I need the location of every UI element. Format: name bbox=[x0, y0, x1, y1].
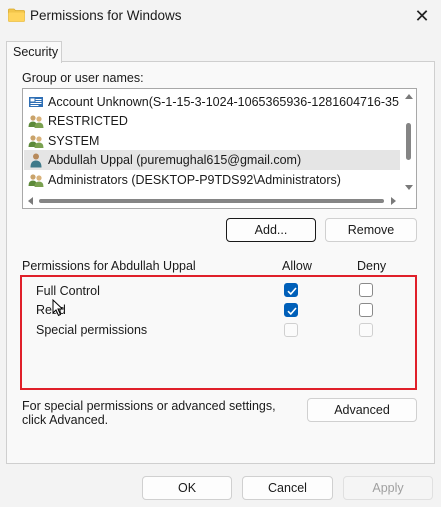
scroll-left-arrow-icon[interactable] bbox=[28, 197, 33, 205]
title-bar: Permissions for Windows ✕ bbox=[0, 0, 441, 34]
advanced-button-label: Advanced bbox=[334, 403, 390, 417]
user-name: Administrators (DESKTOP-P9TDS92\Administ… bbox=[48, 173, 341, 187]
user-name: SYSTEM bbox=[48, 134, 100, 148]
scroll-up-arrow-icon[interactable] bbox=[405, 94, 413, 99]
user-list[interactable]: Account Unknown(S-1-15-3-1024-1065365936… bbox=[22, 88, 417, 209]
advanced-note-line1: For special permissions or advanced sett… bbox=[22, 399, 276, 413]
close-button[interactable]: ✕ bbox=[403, 0, 441, 33]
add-button[interactable]: Add... bbox=[226, 218, 316, 242]
full-control-deny-checkbox[interactable] bbox=[359, 283, 373, 297]
ok-button[interactable]: OK bbox=[142, 476, 232, 500]
cancel-button[interactable]: Cancel bbox=[242, 476, 333, 500]
deny-column-header: Deny bbox=[357, 259, 387, 273]
group-icon bbox=[28, 135, 44, 148]
ok-button-label: OK bbox=[177, 481, 197, 495]
group-names-label: Group or user names: bbox=[22, 71, 144, 85]
list-item-abdullah-uppal[interactable]: Abdullah Uppal (puremughal615@gmail.com) bbox=[24, 150, 400, 170]
checkmark-icon bbox=[287, 307, 297, 316]
window-title: Permissions for Windows bbox=[30, 8, 182, 23]
permissions-for-label: Permissions for Abdullah Uppal bbox=[22, 259, 196, 273]
folder-icon bbox=[8, 8, 25, 22]
apply-button: Apply bbox=[343, 476, 433, 500]
user-name: Account Unknown(S-1-15-3-1024-1065365936… bbox=[48, 95, 400, 109]
cancel-button-label: Cancel bbox=[268, 481, 307, 495]
tab-security-label: Security bbox=[13, 45, 59, 59]
user-name: RESTRICTED bbox=[48, 114, 128, 128]
scroll-right-arrow-icon[interactable] bbox=[391, 197, 396, 205]
add-button-label: Add... bbox=[254, 223, 288, 237]
remove-button-label: Remove bbox=[347, 223, 395, 237]
advanced-button[interactable]: Advanced bbox=[307, 398, 417, 422]
user-icon bbox=[30, 153, 42, 168]
list-item-administrators[interactable]: Administrators (DESKTOP-P9TDS92\Administ… bbox=[24, 170, 400, 190]
advanced-note-line2: click Advanced. bbox=[22, 413, 109, 427]
special-permissions-allow-checkbox bbox=[284, 323, 298, 337]
read-deny-checkbox[interactable] bbox=[359, 303, 373, 317]
permission-full-control-label: Full Control bbox=[36, 284, 100, 298]
group-icon bbox=[28, 174, 44, 187]
list-item-account-unknown[interactable]: Account Unknown(S-1-15-3-1024-1065365936… bbox=[24, 92, 400, 112]
remove-button[interactable]: Remove bbox=[325, 218, 417, 242]
tab-security[interactable]: Security bbox=[6, 41, 62, 63]
permissions-dialog: Permissions for Windows ✕ Security Group… bbox=[0, 0, 441, 507]
close-icon: ✕ bbox=[414, 6, 430, 26]
checkmark-icon bbox=[287, 287, 297, 296]
vertical-scrollbar[interactable] bbox=[401, 90, 416, 194]
permission-special-label: Special permissions bbox=[36, 323, 148, 337]
vertical-scroll-thumb[interactable] bbox=[406, 123, 411, 160]
list-item-system[interactable]: SYSTEM bbox=[24, 131, 400, 151]
full-control-allow-checkbox[interactable] bbox=[284, 283, 298, 297]
scroll-down-arrow-icon[interactable] bbox=[405, 185, 413, 190]
apply-button-label: Apply bbox=[372, 481, 404, 495]
allow-column-header: Allow bbox=[282, 259, 312, 273]
group-icon bbox=[28, 115, 44, 128]
unknown-account-icon bbox=[29, 97, 43, 107]
read-allow-checkbox[interactable] bbox=[284, 303, 298, 317]
horizontal-scrollbar[interactable] bbox=[24, 194, 401, 208]
special-permissions-deny-checkbox bbox=[359, 323, 373, 337]
horizontal-scroll-thumb[interactable] bbox=[39, 199, 384, 203]
mouse-cursor-icon bbox=[52, 299, 64, 317]
user-name: Abdullah Uppal (puremughal615@gmail.com) bbox=[48, 153, 302, 167]
list-item-restricted[interactable]: RESTRICTED bbox=[24, 111, 400, 131]
